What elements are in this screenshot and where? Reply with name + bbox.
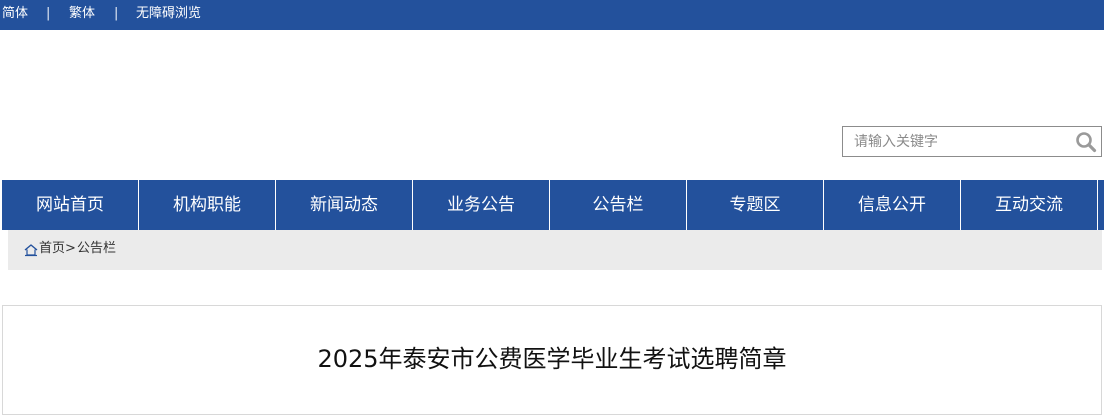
topbar-separator: | (114, 6, 119, 21)
breadcrumb-home-link[interactable]: 首页 (39, 241, 65, 257)
topbar-separator: | (46, 6, 51, 21)
nav-item-topics[interactable]: 专题区 (687, 180, 824, 230)
traditional-chinese-link[interactable]: 繁体 (69, 6, 95, 22)
nav-item-bulletin[interactable]: 公告栏 (550, 180, 687, 230)
search-icon[interactable] (1075, 131, 1097, 153)
breadcrumb: 首页 > 公告栏 (8, 230, 1102, 270)
nav-item-disclosure[interactable]: 信息公开 (824, 180, 961, 230)
breadcrumb-separator: > (65, 241, 76, 256)
home-icon (24, 242, 38, 257)
search-input[interactable] (843, 127, 1071, 156)
article-title: 2025年泰安市公费医学毕业生考试选聘简章 (317, 345, 787, 373)
nav-item-business-notices[interactable]: 业务公告 (413, 180, 550, 230)
nav-item-functions[interactable]: 机构职能 (139, 180, 276, 230)
accessible-browsing-link[interactable]: 无障碍浏览 (136, 6, 201, 22)
article-panel: 2025年泰安市公费医学毕业生考试选聘简章 (2, 305, 1102, 415)
simplified-chinese-link[interactable]: 简体 (2, 6, 28, 22)
top-utility-bar: 简体 | 繁体 | 无障碍浏览 (0, 0, 1104, 30)
breadcrumb-current: 公告栏 (77, 241, 117, 256)
nav-item-home[interactable]: 网站首页 (2, 180, 139, 230)
main-nav: 网站首页 机构职能 新闻动态 业务公告 公告栏 专题区 信息公开 互动交流 (2, 180, 1104, 230)
search-box (842, 126, 1102, 157)
nav-item-interaction[interactable]: 互动交流 (961, 180, 1098, 230)
nav-item-news[interactable]: 新闻动态 (276, 180, 413, 230)
